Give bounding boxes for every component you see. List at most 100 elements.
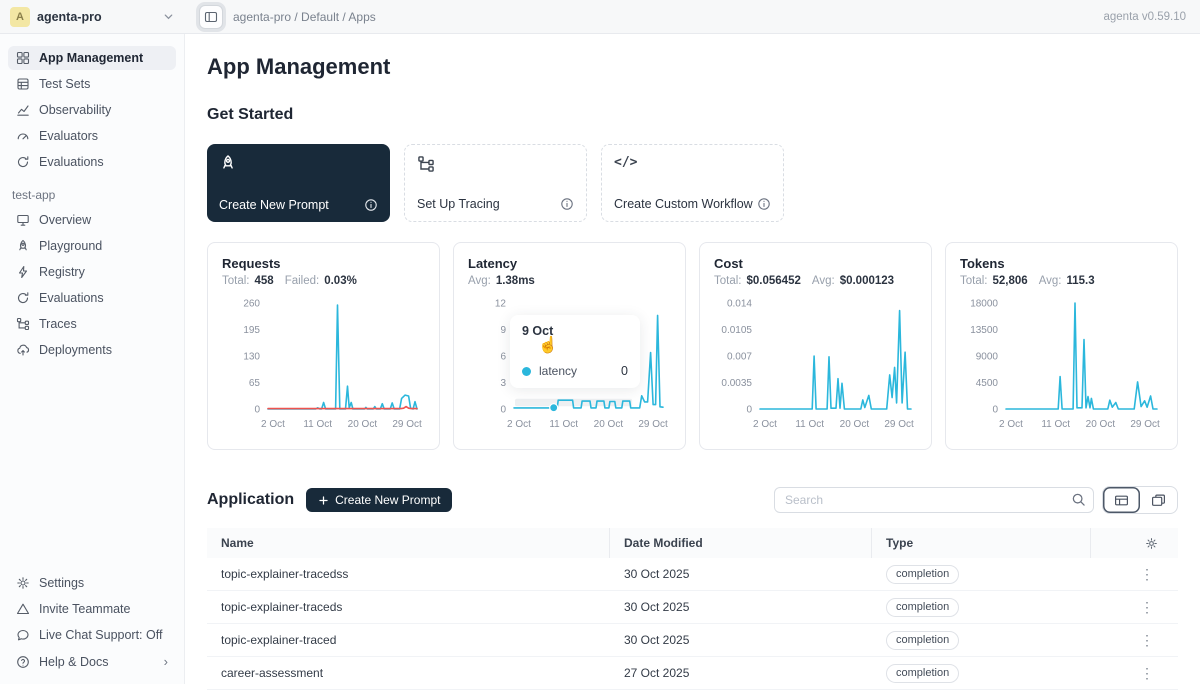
svg-text:0: 0 xyxy=(254,405,260,416)
svg-text:20 Oct: 20 Oct xyxy=(1086,419,1116,430)
date-modified: 30 Oct 2025 xyxy=(610,600,872,614)
search-input[interactable] xyxy=(774,487,1094,513)
table-view-button[interactable] xyxy=(1103,487,1140,513)
svg-text:0: 0 xyxy=(500,405,506,416)
svg-text:0.0035: 0.0035 xyxy=(721,378,752,389)
invite-icon xyxy=(16,602,30,616)
row-menu-button[interactable]: ⋮ xyxy=(1091,665,1178,682)
sidebar-item-live-chat-support[interactable]: Live Chat Support: Off xyxy=(8,623,176,647)
rocket-icon xyxy=(219,154,378,172)
column-header-date-modified[interactable]: Date Modified xyxy=(610,528,872,558)
table-settings-button[interactable] xyxy=(1091,528,1178,558)
svg-text:2 Oct: 2 Oct xyxy=(261,419,285,430)
sidebar-item-label: Evaluations xyxy=(39,291,104,305)
sidebar-item-deployments[interactable]: Deployments xyxy=(8,338,176,362)
svg-text:2 Oct: 2 Oct xyxy=(753,419,777,430)
sidebar-item-playground[interactable]: Playground xyxy=(8,234,176,258)
svg-text:260: 260 xyxy=(243,299,260,310)
card-view-button[interactable] xyxy=(1140,487,1177,513)
svg-text:65: 65 xyxy=(249,378,261,389)
sidebar-item-settings[interactable]: Settings xyxy=(8,571,176,595)
row-menu-button[interactable]: ⋮ xyxy=(1091,632,1178,649)
workspace-switcher[interactable]: A agenta-pro xyxy=(0,7,185,27)
svg-text:195: 195 xyxy=(243,325,260,336)
sidebar-item-observability[interactable]: Observability xyxy=(8,98,176,122)
view-toggle xyxy=(1102,486,1178,514)
gauge-icon xyxy=(16,129,30,143)
card-label: Create New Prompt xyxy=(219,198,329,212)
svg-text:3: 3 xyxy=(500,378,506,389)
svg-text:20 Oct: 20 Oct xyxy=(594,419,624,430)
tracing-icon xyxy=(417,155,574,173)
set-up-tracing-card[interactable]: Set Up Tracing xyxy=(404,144,587,222)
column-header-name[interactable]: Name xyxy=(207,528,610,558)
info-icon[interactable] xyxy=(560,197,574,211)
monitor-icon xyxy=(16,213,30,227)
cost-chart[interactable]: 00.00350.0070.01050.0142 Oct11 Oct20 Oct… xyxy=(714,293,917,438)
sidebar-item-evaluators[interactable]: Evaluators xyxy=(8,124,176,148)
svg-text:11 Oct: 11 Oct xyxy=(303,419,332,430)
sidebar-collapse-button[interactable] xyxy=(199,5,223,29)
info-icon[interactable] xyxy=(364,198,378,212)
sidebar-item-evaluations[interactable]: Evaluations xyxy=(8,150,176,174)
sidebar-item-label: Help & Docs xyxy=(39,655,108,669)
create-custom-workflow-card[interactable]: </> Create Custom Workflow xyxy=(601,144,784,222)
sidebar-item-help-docs[interactable]: Help & Docs › xyxy=(8,649,176,674)
card-stats: Avg:1.38ms xyxy=(468,275,671,287)
code-icon: </> xyxy=(614,155,771,170)
table-row[interactable]: career-assessment 27 Oct 2025 completion… xyxy=(207,657,1178,690)
svg-text:13500: 13500 xyxy=(970,325,998,336)
row-menu-button[interactable]: ⋮ xyxy=(1091,599,1178,616)
table-row[interactable]: topic-explainer-traced 30 Oct 2025 compl… xyxy=(207,624,1178,657)
series-dot xyxy=(522,367,531,376)
card-label: Set Up Tracing xyxy=(417,197,500,211)
sidebar-item-overview[interactable]: Overview xyxy=(8,208,176,232)
sidebar-item-test-sets[interactable]: Test Sets xyxy=(8,72,176,96)
create-new-prompt-button[interactable]: Create New Prompt xyxy=(306,488,452,512)
sidebar-item-invite-teammate[interactable]: Invite Teammate xyxy=(8,597,176,621)
sidebar-item-evaluations-app[interactable]: Evaluations xyxy=(8,286,176,310)
svg-text:0.0105: 0.0105 xyxy=(721,325,752,336)
requests-chart[interactable]: 0651301952602 Oct11 Oct20 Oct29 Oct xyxy=(222,293,425,438)
sidebar-item-label: Deployments xyxy=(39,343,112,357)
svg-text:6: 6 xyxy=(500,352,506,363)
sidebar-item-traces[interactable]: Traces xyxy=(8,312,176,336)
chat-bubble-icon xyxy=(16,628,30,642)
bolt-icon xyxy=(16,265,30,279)
svg-text:12: 12 xyxy=(495,299,507,310)
tokens-chart[interactable]: 04500900013500180002 Oct11 Oct20 Oct29 O… xyxy=(960,293,1163,438)
svg-text:0: 0 xyxy=(992,405,998,416)
sidebar-item-label: Playground xyxy=(39,239,102,253)
date-modified: 27 Oct 2025 xyxy=(610,666,872,680)
search-icon[interactable] xyxy=(1071,492,1086,507)
latency-card: Latency Avg:1.38ms 0369122 Oct11 Oct20 O… xyxy=(453,242,686,450)
app-name: career-assessment xyxy=(207,666,610,680)
table-row[interactable]: topic-explainer-tracedss 30 Oct 2025 com… xyxy=(207,558,1178,591)
sidebar-item-app-management[interactable]: App Management xyxy=(8,46,176,70)
sidebar-item-registry[interactable]: Registry xyxy=(8,260,176,284)
svg-text:0.007: 0.007 xyxy=(727,352,752,363)
card-stats: Total:458 Failed:0.03% xyxy=(222,275,425,287)
date-modified: 30 Oct 2025 xyxy=(610,633,872,647)
sidebar-item-label: Registry xyxy=(39,265,85,279)
card-view-icon xyxy=(1151,493,1166,508)
card-label: Create Custom Workflow xyxy=(614,197,753,211)
chevron-down-icon xyxy=(162,10,175,23)
workspace-avatar: A xyxy=(10,7,30,27)
mouse-cursor-icon: ☝ xyxy=(538,335,558,355)
info-icon[interactable] xyxy=(757,197,771,211)
sidebar-item-label: Settings xyxy=(39,576,84,590)
type-badge: completion xyxy=(886,631,959,650)
applications-table: Name Date Modified Type topic-explainer-… xyxy=(207,528,1178,690)
table-row[interactable]: topic-explainer-traceds 30 Oct 2025 comp… xyxy=(207,591,1178,624)
type-badge: completion xyxy=(886,664,959,683)
column-header-type[interactable]: Type xyxy=(872,528,1091,558)
create-new-prompt-card[interactable]: Create New Prompt xyxy=(207,144,390,222)
sidebar-item-label: Invite Teammate xyxy=(39,602,130,616)
sidebar: App Management Test Sets Observability E… xyxy=(0,34,185,684)
breadcrumb[interactable]: agenta-pro / Default / Apps xyxy=(233,10,376,24)
row-menu-button[interactable]: ⋮ xyxy=(1091,566,1178,583)
svg-text:11 Oct: 11 Oct xyxy=(549,419,578,430)
cloud-icon xyxy=(16,343,30,357)
card-stats: Total:$0.056452 Avg:$0.000123 xyxy=(714,275,917,287)
